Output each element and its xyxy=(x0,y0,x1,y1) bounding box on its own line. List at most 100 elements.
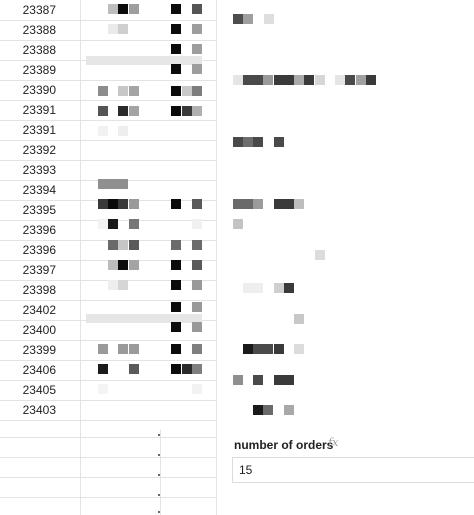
redaction-pixel xyxy=(171,199,181,209)
redaction-pixel xyxy=(118,199,128,209)
redaction-pixel xyxy=(192,344,202,354)
redaction-pixel xyxy=(98,179,108,189)
redaction-pixel xyxy=(129,86,139,96)
redaction-pixel xyxy=(171,86,181,96)
order-id-cell[interactable]: 23398 xyxy=(0,280,80,300)
redaction-pixel xyxy=(233,137,243,147)
redaction-pixel xyxy=(171,64,181,74)
redaction-pixel xyxy=(233,375,243,385)
redaction-pixel xyxy=(171,344,181,354)
redaction-pixel xyxy=(98,126,108,136)
cell-marker xyxy=(158,474,160,476)
redaction-pixel xyxy=(192,199,202,209)
order-id-cell[interactable]: 23395 xyxy=(0,200,80,220)
order-id-cell[interactable]: 23392 xyxy=(0,140,80,160)
redaction-pixel xyxy=(118,344,128,354)
redaction-pixel xyxy=(233,219,243,229)
redaction-pixel xyxy=(192,240,202,250)
row-divider xyxy=(0,457,216,458)
redaction-pixel xyxy=(129,4,139,14)
column-divider xyxy=(160,430,161,515)
redaction-pixel xyxy=(108,240,118,250)
row-divider xyxy=(0,497,216,498)
row-divider xyxy=(0,437,216,438)
redaction-pixel xyxy=(171,4,181,14)
redaction-pixel xyxy=(356,75,366,85)
function-icon: fx xyxy=(328,436,339,449)
order-id-cell[interactable]: 23389 xyxy=(0,60,80,80)
order-id-cell[interactable]: 23391 xyxy=(0,120,80,140)
redaction-pixel xyxy=(171,24,181,34)
order-id-cell[interactable]: 23390 xyxy=(0,80,80,100)
redaction-pixel xyxy=(171,302,181,312)
redaction-pixel xyxy=(284,375,294,385)
redaction-pixel xyxy=(243,75,253,85)
redaction-pixel xyxy=(192,219,202,229)
redaction-pixel xyxy=(118,4,128,14)
redaction-pixel xyxy=(284,405,294,415)
redaction-pixel xyxy=(98,364,108,374)
order-id-cell[interactable]: 23387 xyxy=(0,0,80,20)
redaction-band xyxy=(86,56,202,65)
order-id-cell[interactable]: 23400 xyxy=(0,320,80,340)
redaction-pixel xyxy=(108,4,118,14)
redaction-pixel xyxy=(253,283,263,293)
redaction-pixel xyxy=(192,280,202,290)
redaction-pixel xyxy=(171,44,181,54)
redaction-band xyxy=(86,314,202,323)
redaction-pixel xyxy=(129,199,139,209)
order-id-cell[interactable]: 23403 xyxy=(0,400,80,420)
redaction-pixel xyxy=(253,344,263,354)
number-of-orders-field[interactable]: 15 xyxy=(232,457,474,483)
order-id-cell[interactable]: 23388 xyxy=(0,20,80,40)
redaction-pixel xyxy=(345,75,355,85)
redaction-pixel xyxy=(274,375,284,385)
redaction-pixel xyxy=(263,344,273,354)
redaction-pixel xyxy=(294,314,304,324)
redaction-pixel xyxy=(108,280,118,290)
order-id-cell[interactable]: 23406 xyxy=(0,360,80,380)
redaction-pixel xyxy=(118,260,128,270)
redaction-pixel xyxy=(118,179,128,189)
order-id-cell[interactable]: 23394 xyxy=(0,180,80,200)
redaction-pixel xyxy=(274,75,284,85)
redaction-pixel xyxy=(182,106,192,116)
redaction-pixel xyxy=(192,364,202,374)
redaction-pixel xyxy=(274,283,284,293)
redaction-pixel xyxy=(192,44,202,54)
order-id-cell[interactable]: 23399 xyxy=(0,340,80,360)
redaction-pixel xyxy=(233,14,243,24)
order-id-cell[interactable]: 23405 xyxy=(0,380,80,400)
order-id-cell[interactable]: 23397 xyxy=(0,260,80,280)
redaction-pixel xyxy=(129,240,139,250)
order-id-cell[interactable]: 23393 xyxy=(0,160,80,180)
column-divider xyxy=(216,0,217,515)
order-id-cell[interactable]: 23396 xyxy=(0,240,80,260)
redaction-pixel xyxy=(284,75,294,85)
redaction-pixel xyxy=(233,75,243,85)
redaction-pixel xyxy=(284,283,294,293)
redaction-pixel xyxy=(253,199,263,209)
order-id-cell[interactable]: 23391 xyxy=(0,100,80,120)
order-id-cell[interactable]: 23402 xyxy=(0,300,80,320)
redaction-pixel xyxy=(171,364,181,374)
redaction-pixel xyxy=(192,24,202,34)
order-id-cell[interactable]: 23388 xyxy=(0,40,80,60)
redaction-pixel xyxy=(294,344,304,354)
redaction-pixel xyxy=(192,106,202,116)
redaction-pixel xyxy=(192,384,202,394)
redaction-pixel xyxy=(253,75,263,85)
row-divider xyxy=(0,477,216,478)
panel-title: number of orders xyxy=(234,438,334,452)
redaction-pixel xyxy=(304,75,314,85)
redaction-pixel xyxy=(118,86,128,96)
redaction-pixel xyxy=(182,364,192,374)
redaction-pixel xyxy=(171,240,181,250)
cell-marker xyxy=(158,511,160,513)
redaction-pixel xyxy=(192,302,202,312)
redaction-pixel xyxy=(263,75,273,85)
redaction-pixel xyxy=(118,106,128,116)
redaction-pixel xyxy=(182,86,192,96)
redaction-pixel xyxy=(192,86,202,96)
order-id-cell[interactable]: 23396 xyxy=(0,220,80,240)
